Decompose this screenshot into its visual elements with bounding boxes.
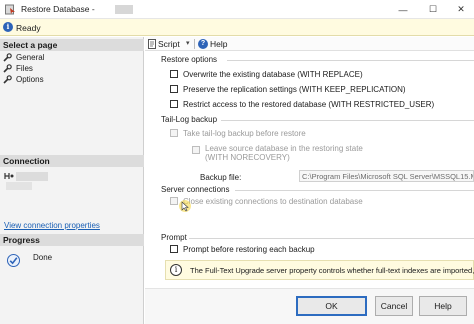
divider bbox=[227, 60, 474, 61]
leave-source-checkbox[interactable] bbox=[192, 146, 200, 154]
divider bbox=[235, 190, 474, 191]
info-text: The Full-Text Upgrade server property co… bbox=[190, 266, 474, 275]
page-item-options[interactable]: Options bbox=[3, 74, 44, 85]
redacted-connection-detail bbox=[6, 182, 32, 190]
preserve-replication-label: Preserve the replication settings (WITH … bbox=[183, 85, 406, 94]
ok-button[interactable]: OK bbox=[296, 296, 367, 316]
prompt-title: Prompt bbox=[161, 233, 187, 242]
progress-header: Progress bbox=[0, 234, 144, 246]
toolbar-separator bbox=[194, 39, 195, 49]
tail-log-title: Tail-Log backup bbox=[161, 115, 218, 124]
info-icon: i bbox=[3, 22, 13, 32]
backup-file-label: Backup file: bbox=[200, 173, 242, 182]
redacted-server-name bbox=[115, 5, 133, 14]
help-button[interactable]: Help bbox=[419, 296, 467, 316]
prompt-before-restore-label: Prompt before restoring each backup bbox=[183, 245, 315, 254]
server-connection-icon bbox=[4, 173, 14, 179]
options-page: Restore options Overwrite the existing d… bbox=[145, 52, 474, 287]
checkmark-icon bbox=[7, 254, 20, 267]
info-icon: i bbox=[170, 264, 182, 276]
toolbar: Script ▾ ? Help bbox=[145, 37, 474, 51]
restore-options-title: Restore options bbox=[161, 55, 218, 64]
server-connections-title: Server connections bbox=[161, 185, 230, 194]
help-icon[interactable]: ? bbox=[198, 39, 208, 49]
overwrite-checkbox[interactable] bbox=[170, 70, 178, 78]
status-text: Ready bbox=[16, 23, 41, 33]
page-item-files[interactable]: Files bbox=[3, 63, 33, 74]
leave-source-label: Leave source database in the restoring s… bbox=[205, 144, 363, 153]
restrict-access-checkbox[interactable] bbox=[170, 100, 178, 108]
status-bar: i Ready bbox=[0, 19, 474, 36]
wrench-icon bbox=[3, 75, 12, 84]
cancel-button[interactable]: Cancel bbox=[375, 296, 413, 316]
cursor-highlight-icon bbox=[179, 200, 191, 212]
leave-source-label-2: (WITH NORECOVERY) bbox=[205, 153, 290, 162]
redacted-connection-name bbox=[16, 172, 48, 181]
restore-database-icon bbox=[5, 4, 15, 15]
info-banner: i The Full-Text Upgrade server property … bbox=[165, 260, 474, 280]
chevron-down-icon[interactable]: ▾ bbox=[186, 39, 190, 47]
restrict-access-label: Restrict access to the restored database… bbox=[183, 100, 435, 109]
page-item-label: Options bbox=[16, 75, 44, 84]
take-tail-log-checkbox[interactable] bbox=[170, 129, 178, 137]
script-icon bbox=[148, 39, 156, 49]
minimize-button[interactable]: — bbox=[388, 0, 418, 19]
help-toolbar-button[interactable]: Help bbox=[210, 39, 227, 49]
close-connections-label: Close existing connections to destinatio… bbox=[183, 197, 363, 206]
progress-status: Done bbox=[33, 253, 53, 262]
page-item-label: General bbox=[16, 53, 45, 62]
backup-file-field[interactable]: C:\Program Files\Microsoft SQL Server\MS… bbox=[299, 170, 474, 182]
overwrite-label: Overwrite the existing database (WITH RE… bbox=[183, 70, 363, 79]
title-bar: Restore Database - — ☐ ✕ bbox=[0, 0, 474, 19]
wrench-icon bbox=[3, 64, 12, 73]
take-tail-log-label: Take tail-log backup before restore bbox=[183, 129, 306, 138]
script-button[interactable]: Script bbox=[158, 39, 180, 49]
window-title: Restore Database - bbox=[21, 4, 95, 14]
page-item-general[interactable]: General bbox=[3, 52, 44, 63]
connection-header: Connection bbox=[0, 155, 144, 167]
divider bbox=[189, 238, 474, 239]
wrench-icon bbox=[3, 53, 12, 62]
close-button[interactable]: ✕ bbox=[446, 0, 474, 19]
divider bbox=[221, 120, 474, 121]
preserve-replication-checkbox[interactable] bbox=[170, 85, 178, 93]
select-page-header: Select a page bbox=[0, 39, 144, 51]
close-connections-checkbox[interactable] bbox=[170, 197, 178, 205]
prompt-before-restore-checkbox[interactable] bbox=[170, 245, 178, 253]
view-connection-properties-link[interactable]: View connection properties bbox=[4, 221, 100, 230]
page-item-label: Files bbox=[16, 64, 33, 73]
left-pane: Select a page General Files Options Conn… bbox=[0, 37, 144, 324]
dialog-footer: OK Cancel Help bbox=[145, 288, 474, 324]
maximize-button[interactable]: ☐ bbox=[418, 0, 448, 19]
